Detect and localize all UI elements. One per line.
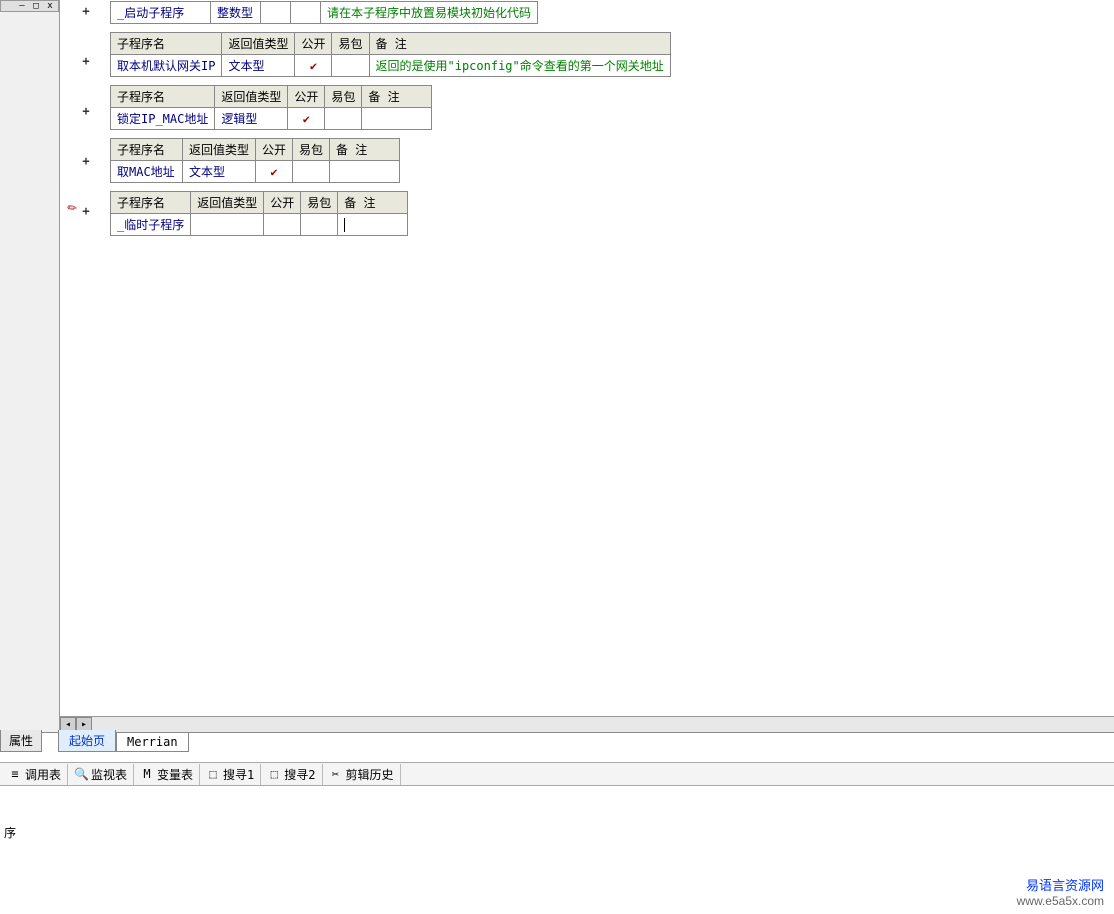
gutter: + + + + ✎ + bbox=[60, 0, 108, 720]
col-name-header: 子程序名 bbox=[111, 192, 191, 214]
code-editor[interactable]: + + + + ✎ + _启动子程序 整数型 请在本子程序中放置易模块初始化代码… bbox=[60, 0, 1114, 732]
tool-label: 调用表 bbox=[25, 766, 61, 783]
return-type-cell[interactable]: 文本型 bbox=[222, 55, 295, 77]
close-icon[interactable]: x bbox=[44, 1, 56, 11]
sub-name-cell[interactable]: 取MAC地址 bbox=[111, 161, 183, 183]
list-icon: ≡ bbox=[8, 767, 22, 781]
pkg-cell[interactable] bbox=[291, 2, 321, 24]
expand-icon[interactable]: + bbox=[76, 154, 96, 168]
col-pkg-header: 易包 bbox=[293, 139, 330, 161]
subroutine-row[interactable]: _启动子程序 整数型 请在本子程序中放置易模块初始化代码 bbox=[110, 1, 538, 24]
col-ret-header: 返回值类型 bbox=[215, 86, 288, 108]
tool-label: 监视表 bbox=[91, 766, 127, 783]
expand-icon[interactable]: + bbox=[76, 104, 96, 118]
scroll-track[interactable] bbox=[92, 717, 1114, 732]
col-pkg-header: 易包 bbox=[301, 192, 338, 214]
text-cursor bbox=[344, 218, 345, 232]
tool-label: 搜寻2 bbox=[284, 766, 315, 783]
tool-label: 变量表 bbox=[157, 766, 193, 783]
col-ret-header: 返回值类型 bbox=[183, 139, 256, 161]
watermark-title: 易语言资源网 bbox=[1017, 875, 1104, 894]
col-pkg-header: 易包 bbox=[332, 33, 369, 55]
col-pkg-header: 易包 bbox=[325, 86, 362, 108]
col-name-header: 子程序名 bbox=[111, 86, 215, 108]
col-ret-header: 返回值类型 bbox=[191, 192, 264, 214]
col-pub-header: 公开 bbox=[256, 139, 293, 161]
pkg-cell[interactable] bbox=[325, 108, 362, 130]
status-text: 序 bbox=[4, 826, 16, 840]
subroutine-table[interactable]: 子程序名 返回值类型 公开 易包 备 注 取MAC地址 文本型 ✔ bbox=[110, 138, 400, 183]
horizontal-scrollbar[interactable]: ◂ ▸ bbox=[60, 716, 1114, 732]
pkg-cell[interactable] bbox=[301, 214, 338, 236]
tab-merrian[interactable]: Merrian bbox=[116, 733, 189, 752]
tab-properties[interactable]: 属性 bbox=[0, 730, 42, 752]
expand-icon[interactable]: + bbox=[76, 204, 96, 218]
tool-watch-table[interactable]: 🔍监视表 bbox=[68, 764, 134, 785]
sub-name-cell[interactable]: 取本机默认网关IP bbox=[111, 55, 222, 77]
public-cell[interactable]: ✔ bbox=[256, 161, 293, 183]
col-note-header: 备 注 bbox=[338, 192, 408, 214]
tool-search1[interactable]: ⬚搜寻1 bbox=[200, 764, 261, 785]
clipboard-icon: ✂ bbox=[329, 767, 343, 781]
sub-name-cell[interactable]: _启动子程序 bbox=[111, 2, 211, 24]
glasses-icon: M bbox=[140, 767, 154, 781]
side-panel: ― □ x bbox=[0, 0, 60, 735]
note-cell[interactable]: 请在本子程序中放置易模块初始化代码 bbox=[321, 2, 538, 24]
col-note-header: 备 注 bbox=[362, 86, 432, 108]
col-pub-header: 公开 bbox=[288, 86, 325, 108]
col-pub-header: 公开 bbox=[264, 192, 301, 214]
col-note-header: 备 注 bbox=[330, 139, 400, 161]
col-name-header: 子程序名 bbox=[111, 33, 222, 55]
subroutine-table[interactable]: 子程序名 返回值类型 公开 易包 备 注 锁定IP_MAC地址 逻辑型 ✔ bbox=[110, 85, 432, 130]
tool-clip-history[interactable]: ✂剪辑历史 bbox=[323, 764, 401, 785]
tab-bar: 属性 起始页 Merrian bbox=[0, 732, 1114, 752]
subroutine-table[interactable]: 子程序名 返回值类型 公开 易包 备 注 取本机默认网关IP 文本型 ✔ 返回的… bbox=[110, 32, 671, 77]
col-ret-header: 返回值类型 bbox=[222, 33, 295, 55]
maximize-icon[interactable]: □ bbox=[30, 1, 42, 11]
find-icon: ⬚ bbox=[267, 767, 281, 781]
col-pub-header: 公开 bbox=[295, 33, 332, 55]
col-name-header: 子程序名 bbox=[111, 139, 183, 161]
public-cell[interactable] bbox=[261, 2, 291, 24]
tool-var-table[interactable]: M变量表 bbox=[134, 764, 200, 785]
expand-icon[interactable]: + bbox=[76, 4, 96, 18]
return-type-cell[interactable]: 整数型 bbox=[211, 2, 261, 24]
note-cell[interactable] bbox=[338, 214, 408, 236]
subroutine-table[interactable]: 子程序名 返回值类型 公开 易包 备 注 _临时子程序 bbox=[110, 191, 408, 236]
sub-name-cell[interactable]: _临时子程序 bbox=[111, 214, 191, 236]
return-type-cell[interactable] bbox=[191, 214, 264, 236]
search-icon: 🔍 bbox=[74, 767, 88, 781]
pkg-cell[interactable] bbox=[293, 161, 330, 183]
watermark: 易语言资源网 www.e5a5x.com bbox=[1017, 875, 1104, 908]
public-cell[interactable]: ✔ bbox=[295, 55, 332, 77]
note-cell[interactable] bbox=[362, 108, 432, 130]
editor-content: _启动子程序 整数型 请在本子程序中放置易模块初始化代码 子程序名 返回值类型 … bbox=[110, 0, 671, 244]
tab-start-page[interactable]: 起始页 bbox=[58, 730, 116, 752]
expand-icon[interactable]: + bbox=[76, 54, 96, 68]
minimize-icon[interactable]: ― bbox=[16, 1, 28, 11]
note-cell[interactable] bbox=[330, 161, 400, 183]
pkg-cell[interactable] bbox=[332, 55, 369, 77]
watermark-url: www.e5a5x.com bbox=[1017, 894, 1104, 908]
col-note-header: 备 注 bbox=[369, 33, 670, 55]
panel-titlebar: ― □ x bbox=[0, 0, 59, 12]
tool-search2[interactable]: ⬚搜寻2 bbox=[261, 764, 322, 785]
sub-name-cell[interactable]: 锁定IP_MAC地址 bbox=[111, 108, 215, 130]
return-type-cell[interactable]: 文本型 bbox=[183, 161, 256, 183]
tool-bar: ≡调用表 🔍监视表 M变量表 ⬚搜寻1 ⬚搜寻2 ✂剪辑历史 bbox=[0, 762, 1114, 786]
tool-label: 搜寻1 bbox=[223, 766, 254, 783]
tool-call-table[interactable]: ≡调用表 bbox=[2, 764, 68, 785]
return-type-cell[interactable]: 逻辑型 bbox=[215, 108, 288, 130]
tool-label: 剪辑历史 bbox=[346, 766, 394, 783]
find-icon: ⬚ bbox=[206, 767, 220, 781]
public-cell[interactable] bbox=[264, 214, 301, 236]
public-cell[interactable]: ✔ bbox=[288, 108, 325, 130]
status-bar: 序 bbox=[0, 820, 1114, 845]
note-cell[interactable]: 返回的是使用"ipconfig"命令查看的第一个网关地址 bbox=[369, 55, 670, 77]
